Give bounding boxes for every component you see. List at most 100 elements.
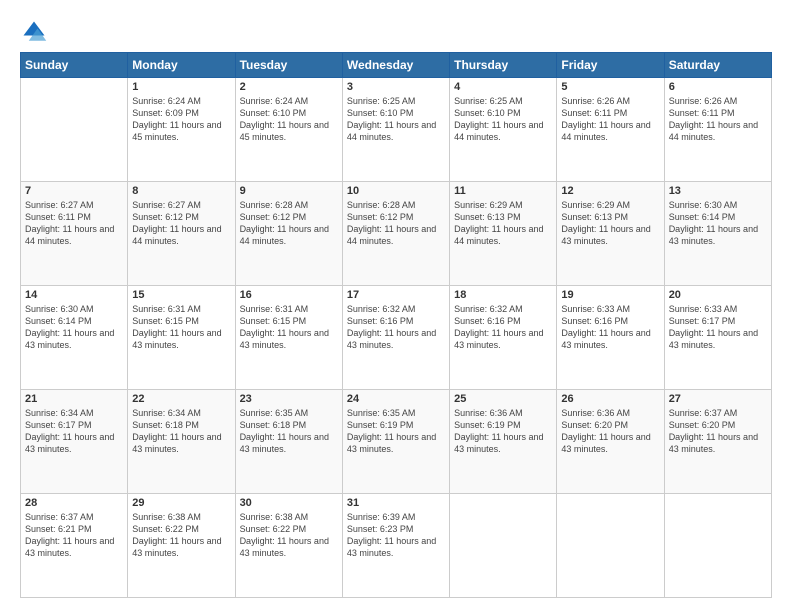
day-number: 28: [25, 497, 123, 509]
day-number: 10: [347, 185, 445, 197]
calendar-cell: 25Sunrise: 6:36 AM Sunset: 6:19 PM Dayli…: [450, 390, 557, 494]
day-info: Sunrise: 6:25 AM Sunset: 6:10 PM Dayligh…: [454, 95, 552, 144]
calendar-cell: 28Sunrise: 6:37 AM Sunset: 6:21 PM Dayli…: [21, 494, 128, 598]
day-number: 7: [25, 185, 123, 197]
calendar-week-4: 21 Sunrise: 6:34 AM Sunset: 6:17 PM Dayli…: [21, 390, 772, 494]
calendar-cell: 30 Sunrise: 6:38 AM Sunset: 6:22 PM Dayli…: [235, 494, 342, 598]
calendar-cell: 21 Sunrise: 6:34 AM Sunset: 6:17 PM Dayli…: [21, 390, 128, 494]
calendar-week-3: 14 Sunrise: 6:30 AM Sunset: 6:14 PM Dayli…: [21, 286, 772, 390]
day-info: Sunrise: 6:39 AM Sunset: 6:23 PM Dayligh…: [347, 511, 445, 560]
calendar-cell: 6 Sunrise: 6:26 AM Sunset: 6:11 PM Daylig…: [664, 78, 771, 182]
day-number: 8: [132, 185, 230, 197]
calendar-cell: 14 Sunrise: 6:30 AM Sunset: 6:14 PM Dayli…: [21, 286, 128, 390]
calendar-cell: 5 Sunrise: 6:26 AM Sunset: 6:11 PM Daylig…: [557, 78, 664, 182]
day-info: Sunrise: 6:30 AM Sunset: 6:14 PM Dayligh…: [669, 199, 767, 248]
day-info: Sunrise: 6:33 AM Sunset: 6:17 PM Dayligh…: [669, 303, 767, 352]
day-info: Sunrise: 6:34 AM Sunset: 6:18 PM Dayligh…: [132, 407, 230, 456]
calendar-header-monday: Monday: [128, 53, 235, 78]
day-info: Sunrise: 6:33 AM Sunset: 6:16 PM Dayligh…: [561, 303, 659, 352]
day-info: Sunrise: 6:27 AM Sunset: 6:11 PM Dayligh…: [25, 199, 123, 248]
calendar-cell: 22 Sunrise: 6:34 AM Sunset: 6:18 PM Dayli…: [128, 390, 235, 494]
calendar-header-friday: Friday: [557, 53, 664, 78]
calendar-cell: [450, 494, 557, 598]
day-info: Sunrise: 6:29 AM Sunset: 6:13 PM Dayligh…: [561, 199, 659, 248]
calendar-cell: 24 Sunrise: 6:35 AM Sunset: 6:19 PM Dayli…: [342, 390, 449, 494]
calendar-table: SundayMondayTuesdayWednesdayThursdayFrid…: [20, 52, 772, 598]
day-info: Sunrise: 6:34 AM Sunset: 6:17 PM Dayligh…: [25, 407, 123, 456]
day-number: 11: [454, 185, 552, 197]
day-info: Sunrise: 6:24 AM Sunset: 6:10 PM Dayligh…: [240, 95, 338, 144]
day-number: 24: [347, 393, 445, 405]
day-number: 25: [454, 393, 552, 405]
day-info: Sunrise: 6:32 AM Sunset: 6:16 PM Dayligh…: [347, 303, 445, 352]
day-info: Sunrise: 6:27 AM Sunset: 6:12 PM Dayligh…: [132, 199, 230, 248]
day-info: Sunrise: 6:28 AM Sunset: 6:12 PM Dayligh…: [347, 199, 445, 248]
day-number: 14: [25, 289, 123, 301]
calendar-header-row: SundayMondayTuesdayWednesdayThursdayFrid…: [21, 53, 772, 78]
calendar-week-5: 28Sunrise: 6:37 AM Sunset: 6:21 PM Dayli…: [21, 494, 772, 598]
day-info: Sunrise: 6:31 AM Sunset: 6:15 PM Dayligh…: [132, 303, 230, 352]
day-number: 4: [454, 81, 552, 93]
day-info: Sunrise: 6:38 AM Sunset: 6:22 PM Dayligh…: [132, 511, 230, 560]
calendar-cell: 18 Sunrise: 6:32 AM Sunset: 6:16 PM Dayli…: [450, 286, 557, 390]
calendar-cell: 3 Sunrise: 6:25 AM Sunset: 6:10 PM Daylig…: [342, 78, 449, 182]
calendar-header-wednesday: Wednesday: [342, 53, 449, 78]
day-number: 18: [454, 289, 552, 301]
day-number: 12: [561, 185, 659, 197]
day-info: Sunrise: 6:26 AM Sunset: 6:11 PM Dayligh…: [561, 95, 659, 144]
day-info: Sunrise: 6:35 AM Sunset: 6:19 PM Dayligh…: [347, 407, 445, 456]
calendar-cell: 27 Sunrise: 6:37 AM Sunset: 6:20 PM Dayli…: [664, 390, 771, 494]
calendar-cell: 1 Sunrise: 6:24 AM Sunset: 6:09 PM Daylig…: [128, 78, 235, 182]
day-number: 26: [561, 393, 659, 405]
calendar-cell: 10 Sunrise: 6:28 AM Sunset: 6:12 PM Dayli…: [342, 182, 449, 286]
calendar-cell: [21, 78, 128, 182]
calendar-cell: 9Sunrise: 6:28 AM Sunset: 6:12 PM Daylig…: [235, 182, 342, 286]
day-number: 22: [132, 393, 230, 405]
day-number: 29: [132, 497, 230, 509]
day-number: 5: [561, 81, 659, 93]
calendar-cell: 20 Sunrise: 6:33 AM Sunset: 6:17 PM Dayli…: [664, 286, 771, 390]
day-info: Sunrise: 6:36 AM Sunset: 6:20 PM Dayligh…: [561, 407, 659, 456]
day-number: 2: [240, 81, 338, 93]
calendar-cell: 26 Sunrise: 6:36 AM Sunset: 6:20 PM Dayli…: [557, 390, 664, 494]
day-info: Sunrise: 6:37 AM Sunset: 6:20 PM Dayligh…: [669, 407, 767, 456]
day-number: 31: [347, 497, 445, 509]
calendar-cell: 2 Sunrise: 6:24 AM Sunset: 6:10 PM Daylig…: [235, 78, 342, 182]
day-number: 30: [240, 497, 338, 509]
calendar-cell: 12 Sunrise: 6:29 AM Sunset: 6:13 PM Dayli…: [557, 182, 664, 286]
day-number: 6: [669, 81, 767, 93]
day-number: 3: [347, 81, 445, 93]
calendar-header-thursday: Thursday: [450, 53, 557, 78]
logo: [20, 18, 52, 46]
calendar-cell: 23 Sunrise: 6:35 AM Sunset: 6:18 PM Dayli…: [235, 390, 342, 494]
calendar-cell: 15 Sunrise: 6:31 AM Sunset: 6:15 PM Dayli…: [128, 286, 235, 390]
calendar-header-tuesday: Tuesday: [235, 53, 342, 78]
day-number: 27: [669, 393, 767, 405]
day-number: 20: [669, 289, 767, 301]
calendar-week-1: 1 Sunrise: 6:24 AM Sunset: 6:09 PM Daylig…: [21, 78, 772, 182]
calendar-cell: 16Sunrise: 6:31 AM Sunset: 6:15 PM Dayli…: [235, 286, 342, 390]
day-info: Sunrise: 6:24 AM Sunset: 6:09 PM Dayligh…: [132, 95, 230, 144]
calendar-cell: 8 Sunrise: 6:27 AM Sunset: 6:12 PM Daylig…: [128, 182, 235, 286]
calendar-header-saturday: Saturday: [664, 53, 771, 78]
calendar-cell: 17Sunrise: 6:32 AM Sunset: 6:16 PM Dayli…: [342, 286, 449, 390]
day-info: Sunrise: 6:35 AM Sunset: 6:18 PM Dayligh…: [240, 407, 338, 456]
day-info: Sunrise: 6:31 AM Sunset: 6:15 PM Dayligh…: [240, 303, 338, 352]
day-info: Sunrise: 6:25 AM Sunset: 6:10 PM Dayligh…: [347, 95, 445, 144]
day-info: Sunrise: 6:29 AM Sunset: 6:13 PM Dayligh…: [454, 199, 552, 248]
day-number: 15: [132, 289, 230, 301]
calendar-cell: 7 Sunrise: 6:27 AM Sunset: 6:11 PM Daylig…: [21, 182, 128, 286]
day-number: 9: [240, 185, 338, 197]
calendar-cell: 31 Sunrise: 6:39 AM Sunset: 6:23 PM Dayli…: [342, 494, 449, 598]
day-number: 1: [132, 81, 230, 93]
day-number: 23: [240, 393, 338, 405]
day-number: 21: [25, 393, 123, 405]
day-info: Sunrise: 6:32 AM Sunset: 6:16 PM Dayligh…: [454, 303, 552, 352]
day-number: 19: [561, 289, 659, 301]
day-info: Sunrise: 6:26 AM Sunset: 6:11 PM Dayligh…: [669, 95, 767, 144]
page: SundayMondayTuesdayWednesdayThursdayFrid…: [0, 0, 792, 612]
calendar-cell: [557, 494, 664, 598]
logo-icon: [20, 18, 48, 46]
day-info: Sunrise: 6:30 AM Sunset: 6:14 PM Dayligh…: [25, 303, 123, 352]
day-info: Sunrise: 6:38 AM Sunset: 6:22 PM Dayligh…: [240, 511, 338, 560]
